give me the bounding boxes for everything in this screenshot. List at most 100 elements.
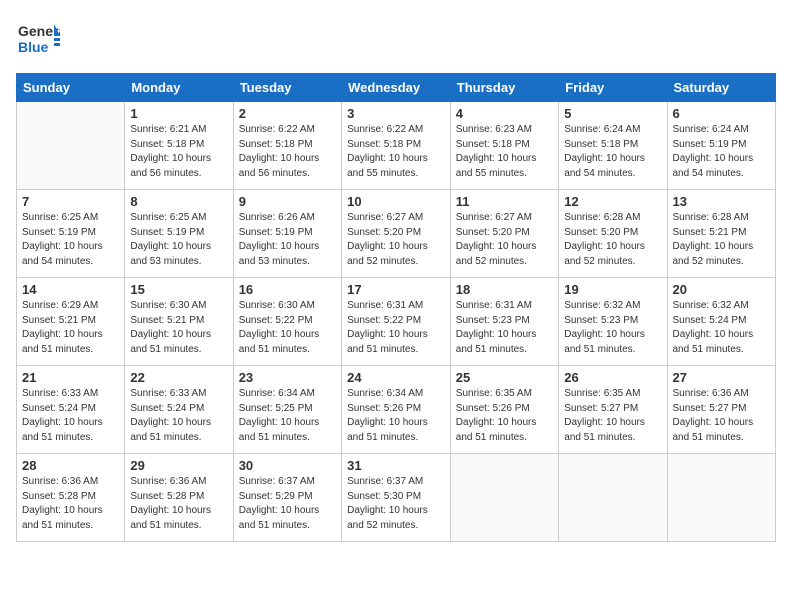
day-number: 19 (564, 282, 661, 297)
day-info: Sunrise: 6:36 AMSunset: 5:28 PMDaylight:… (130, 475, 227, 533)
day-number: 17 (347, 282, 445, 297)
calendar-cell: 10 Sunrise: 6:27 AMSunset: 5:20 PMDayligh… (342, 190, 451, 278)
day-number: 18 (456, 282, 553, 297)
week-row-5: 28 Sunrise: 6:36 AMSunset: 5:28 PMDayligh… (17, 454, 776, 542)
day-number: 21 (22, 370, 119, 385)
calendar-cell: 29 Sunrise: 6:36 AMSunset: 5:28 PMDayligh… (125, 454, 233, 542)
day-info: Sunrise: 6:33 AMSunset: 5:24 PMDaylight:… (130, 387, 227, 445)
day-number: 6 (673, 106, 771, 121)
calendar-cell: 28 Sunrise: 6:36 AMSunset: 5:28 PMDayligh… (17, 454, 125, 542)
day-number: 8 (130, 194, 227, 209)
calendar-cell: 25 Sunrise: 6:35 AMSunset: 5:26 PMDayligh… (450, 366, 558, 454)
day-number: 25 (456, 370, 553, 385)
day-info: Sunrise: 6:30 AMSunset: 5:21 PMDaylight:… (130, 299, 227, 357)
day-number: 1 (130, 106, 227, 121)
calendar-cell: 22 Sunrise: 6:33 AMSunset: 5:24 PMDayligh… (125, 366, 233, 454)
calendar-cell: 26Sunrise: 6:35 AMSunset: 5:27 PMDayligh… (559, 366, 667, 454)
calendar-cell: 7 Sunrise: 6:25 AMSunset: 5:19 PMDaylight… (17, 190, 125, 278)
day-number: 10 (347, 194, 445, 209)
day-number: 15 (130, 282, 227, 297)
day-info: Sunrise: 6:25 AMSunset: 5:19 PMDaylight:… (130, 211, 227, 269)
day-info: Sunrise: 6:27 AMSunset: 5:20 PMDaylight:… (456, 211, 553, 269)
day-number: 14 (22, 282, 119, 297)
day-number: 29 (130, 458, 227, 473)
calendar-cell: 31Sunrise: 6:37 AMSunset: 5:30 PMDayligh… (342, 454, 451, 542)
calendar-cell: 20Sunrise: 6:32 AMSunset: 5:24 PMDayligh… (667, 278, 776, 366)
calendar-cell (559, 454, 667, 542)
week-row-1: 1 Sunrise: 6:21 AMSunset: 5:18 PMDaylight… (17, 102, 776, 190)
day-info: Sunrise: 6:25 AMSunset: 5:19 PMDaylight:… (22, 211, 119, 269)
column-header-thursday: Thursday (450, 74, 558, 102)
week-row-2: 7 Sunrise: 6:25 AMSunset: 5:19 PMDaylight… (17, 190, 776, 278)
calendar-cell: 12 Sunrise: 6:28 AMSunset: 5:20 PMDayligh… (559, 190, 667, 278)
day-info: Sunrise: 6:28 AMSunset: 5:21 PMDaylight:… (673, 211, 771, 269)
column-header-wednesday: Wednesday (342, 74, 451, 102)
day-info: Sunrise: 6:33 AMSunset: 5:24 PMDaylight:… (22, 387, 119, 445)
day-info: Sunrise: 6:31 AMSunset: 5:22 PMDaylight:… (347, 299, 445, 357)
day-info: Sunrise: 6:36 AMSunset: 5:28 PMDaylight:… (22, 475, 119, 533)
day-number: 11 (456, 194, 553, 209)
day-number: 23 (239, 370, 336, 385)
day-info: Sunrise: 6:36 AMSunset: 5:27 PMDaylight:… (673, 387, 771, 445)
calendar-cell: 15 Sunrise: 6:30 AMSunset: 5:21 PMDayligh… (125, 278, 233, 366)
calendar-header-row: SundayMondayTuesdayWednesdayThursdayFrid… (17, 74, 776, 102)
calendar-cell: 21 Sunrise: 6:33 AMSunset: 5:24 PMDayligh… (17, 366, 125, 454)
calendar-cell (667, 454, 776, 542)
calendar-cell (450, 454, 558, 542)
week-row-3: 14 Sunrise: 6:29 AMSunset: 5:21 PMDayligh… (17, 278, 776, 366)
day-number: 5 (564, 106, 661, 121)
day-info: Sunrise: 6:34 AMSunset: 5:26 PMDaylight:… (347, 387, 445, 445)
calendar-cell: 18Sunrise: 6:31 AMSunset: 5:23 PMDayligh… (450, 278, 558, 366)
calendar-cell: 11 Sunrise: 6:27 AMSunset: 5:20 PMDayligh… (450, 190, 558, 278)
calendar-cell: 2 Sunrise: 6:22 AMSunset: 5:18 PMDaylight… (233, 102, 341, 190)
day-number: 20 (673, 282, 771, 297)
day-number: 2 (239, 106, 336, 121)
calendar-body: 1 Sunrise: 6:21 AMSunset: 5:18 PMDaylight… (17, 102, 776, 542)
calendar-cell: 4 Sunrise: 6:23 AMSunset: 5:18 PMDaylight… (450, 102, 558, 190)
day-info: Sunrise: 6:27 AMSunset: 5:20 PMDaylight:… (347, 211, 445, 269)
logo-icon: General Blue (16, 16, 60, 65)
day-number: 7 (22, 194, 119, 209)
day-info: Sunrise: 6:35 AMSunset: 5:26 PMDaylight:… (456, 387, 553, 445)
day-number: 12 (564, 194, 661, 209)
day-number: 3 (347, 106, 445, 121)
day-info: Sunrise: 6:22 AMSunset: 5:18 PMDaylight:… (239, 123, 336, 181)
day-number: 4 (456, 106, 553, 121)
day-number: 28 (22, 458, 119, 473)
day-info: Sunrise: 6:22 AMSunset: 5:18 PMDaylight:… (347, 123, 445, 181)
day-info: Sunrise: 6:37 AMSunset: 5:30 PMDaylight:… (347, 475, 445, 533)
calendar-cell: 13 Sunrise: 6:28 AMSunset: 5:21 PMDayligh… (667, 190, 776, 278)
calendar-cell: 1 Sunrise: 6:21 AMSunset: 5:18 PMDaylight… (125, 102, 233, 190)
calendar-cell: 19 Sunrise: 6:32 AMSunset: 5:23 PMDayligh… (559, 278, 667, 366)
calendar-cell: 14 Sunrise: 6:29 AMSunset: 5:21 PMDayligh… (17, 278, 125, 366)
day-number: 30 (239, 458, 336, 473)
calendar-cell: 3 Sunrise: 6:22 AMSunset: 5:18 PMDaylight… (342, 102, 451, 190)
day-info: Sunrise: 6:21 AMSunset: 5:18 PMDaylight:… (130, 123, 227, 181)
day-info: Sunrise: 6:32 AMSunset: 5:23 PMDaylight:… (564, 299, 661, 357)
calendar-cell: 30 Sunrise: 6:37 AMSunset: 5:29 PMDayligh… (233, 454, 341, 542)
day-info: Sunrise: 6:34 AMSunset: 5:25 PMDaylight:… (239, 387, 336, 445)
column-header-saturday: Saturday (667, 74, 776, 102)
calendar-cell: 17 Sunrise: 6:31 AMSunset: 5:22 PMDayligh… (342, 278, 451, 366)
day-info: Sunrise: 6:37 AMSunset: 5:29 PMDaylight:… (239, 475, 336, 533)
day-number: 13 (673, 194, 771, 209)
logo: General Blue (16, 16, 64, 65)
calendar-cell: 24Sunrise: 6:34 AMSunset: 5:26 PMDayligh… (342, 366, 451, 454)
day-info: Sunrise: 6:24 AMSunset: 5:19 PMDaylight:… (673, 123, 771, 181)
calendar-table: SundayMondayTuesdayWednesdayThursdayFrid… (16, 73, 776, 542)
calendar-cell: 27Sunrise: 6:36 AMSunset: 5:27 PMDayligh… (667, 366, 776, 454)
calendar-cell: 5Sunrise: 6:24 AMSunset: 5:18 PMDaylight… (559, 102, 667, 190)
calendar-cell (17, 102, 125, 190)
day-number: 22 (130, 370, 227, 385)
column-header-monday: Monday (125, 74, 233, 102)
column-header-sunday: Sunday (17, 74, 125, 102)
day-info: Sunrise: 6:28 AMSunset: 5:20 PMDaylight:… (564, 211, 661, 269)
day-number: 9 (239, 194, 336, 209)
page-header: General Blue (16, 16, 776, 65)
column-header-tuesday: Tuesday (233, 74, 341, 102)
day-info: Sunrise: 6:29 AMSunset: 5:21 PMDaylight:… (22, 299, 119, 357)
day-number: 16 (239, 282, 336, 297)
day-info: Sunrise: 6:23 AMSunset: 5:18 PMDaylight:… (456, 123, 553, 181)
week-row-4: 21 Sunrise: 6:33 AMSunset: 5:24 PMDayligh… (17, 366, 776, 454)
day-info: Sunrise: 6:26 AMSunset: 5:19 PMDaylight:… (239, 211, 336, 269)
